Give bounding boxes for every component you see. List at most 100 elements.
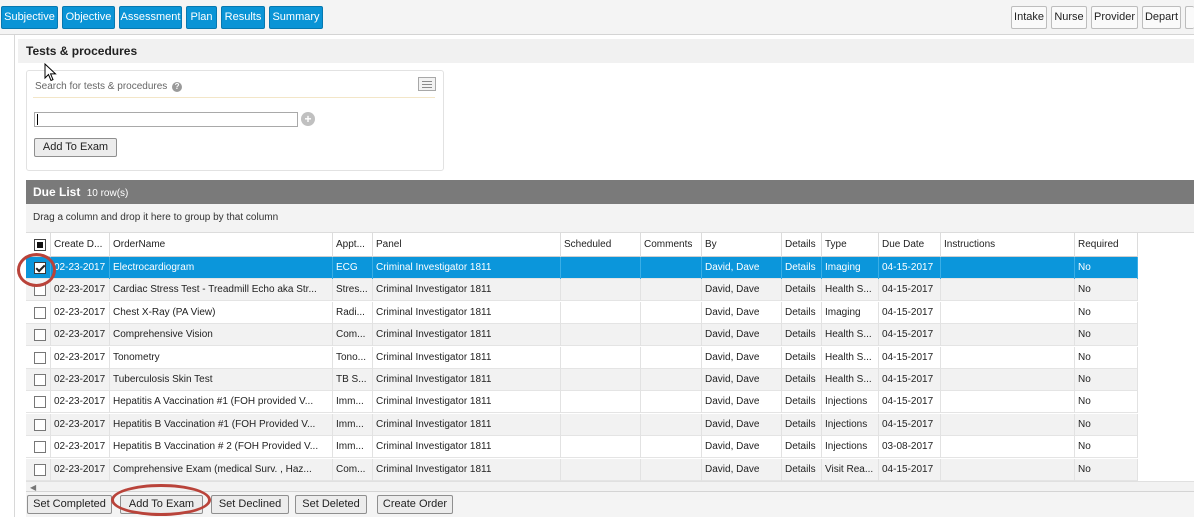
row-checkbox[interactable]: [34, 329, 46, 342]
due-list-grid: Create D... OrderName Appt... Panel Schedule…: [26, 233, 1194, 481]
highlight-circle-checkbox: [17, 253, 56, 287]
cell-details[interactable]: Details: [782, 279, 822, 302]
tab-summary[interactable]: Summary: [269, 6, 323, 29]
tab-plan[interactable]: Plan: [186, 6, 217, 29]
cell-create-date: 02-23-2017: [51, 391, 110, 414]
cell-required: No: [1075, 324, 1138, 347]
cell-order-name: Hepatitis B Vaccination # 2 (FOH Provide…: [110, 436, 333, 459]
cell-instructions: [941, 413, 1075, 436]
cell-instructions: [941, 279, 1075, 302]
cell-type: Injections: [822, 391, 879, 414]
row-checkbox[interactable]: [34, 396, 46, 409]
table-row[interactable]: 02-23-2017 Electrocardiogram ECG Criminal I…: [26, 257, 1138, 279]
role-depart-button[interactable]: Depart: [1142, 6, 1181, 29]
cell-due-date: 04-15-2017: [879, 458, 941, 481]
create-order-button[interactable]: Create Order: [377, 495, 453, 514]
cell-panel: Criminal Investigator 1811: [373, 257, 561, 279]
cell-details[interactable]: Details: [782, 369, 822, 391]
group-drop-area[interactable]: Drag a column and drop it here to group …: [26, 204, 1194, 233]
list-view-icon[interactable]: [418, 77, 436, 91]
column-header-create-date[interactable]: Create D...: [51, 233, 110, 257]
role-nurse-button[interactable]: Nurse: [1051, 6, 1087, 29]
cell-create-date: 02-23-2017: [51, 458, 110, 481]
role-provider-button[interactable]: Provider: [1091, 6, 1138, 29]
cell-scheduled: [561, 301, 641, 324]
cell-scheduled: [561, 436, 641, 459]
cell-by: David, Dave: [702, 257, 782, 279]
left-divider: [14, 35, 15, 517]
set-completed-button[interactable]: Set Completed: [27, 495, 112, 514]
cell-due-date: 04-15-2017: [879, 279, 941, 302]
row-checkbox[interactable]: [34, 463, 46, 476]
tab-subjective[interactable]: Subjective: [1, 6, 58, 29]
cell-details[interactable]: Details: [782, 346, 822, 369]
cell-instructions: [941, 346, 1075, 369]
row-checkbox-cell: [26, 301, 51, 324]
cell-panel: Criminal Investigator 1811: [373, 279, 561, 302]
tab-objective[interactable]: Objective: [62, 6, 115, 29]
row-checkbox[interactable]: [34, 418, 46, 431]
add-to-exam-search-button[interactable]: Add To Exam: [34, 138, 117, 157]
row-checkbox-cell: [26, 413, 51, 436]
cell-scheduled: [561, 458, 641, 481]
table-row[interactable]: 02-23-2017 Hepatitis B Vaccination # 2 (F…: [26, 436, 1138, 459]
cell-create-date: 02-23-2017: [51, 257, 110, 279]
cell-details[interactable]: Details: [782, 257, 822, 279]
cell-details[interactable]: Details: [782, 301, 822, 324]
table-row[interactable]: 02-23-2017 Tuberculosis Skin Test TB S... C…: [26, 369, 1138, 391]
due-list-header: Due List 10 row(s): [26, 180, 1194, 204]
cell-scheduled: [561, 346, 641, 369]
table-row[interactable]: 02-23-2017 Comprehensive Exam (medical Su…: [26, 458, 1138, 481]
cell-details[interactable]: Details: [782, 413, 822, 436]
due-list-title: Due List: [33, 185, 81, 199]
add-icon[interactable]: +: [301, 112, 315, 126]
table-row[interactable]: 02-23-2017 Hepatitis B Vaccination #1 (FO…: [26, 413, 1138, 436]
row-checkbox[interactable]: [34, 306, 46, 319]
select-all-checkbox[interactable]: [34, 239, 46, 251]
table-row[interactable]: 02-23-2017 Comprehensive Vision Com... Crim…: [26, 324, 1138, 347]
table-row[interactable]: 02-23-2017 Cardiac Stress Test - Treadmil…: [26, 279, 1138, 302]
column-header-type[interactable]: Type: [822, 233, 879, 257]
role-overflow-button[interactable]: [1185, 6, 1194, 29]
column-header-order-name[interactable]: OrderName: [110, 233, 333, 257]
column-header-required[interactable]: Required: [1075, 233, 1138, 257]
column-header-due-date[interactable]: Due Date: [879, 233, 941, 257]
column-header-details[interactable]: Details: [782, 233, 822, 257]
column-header-comments[interactable]: Comments: [641, 233, 702, 257]
set-deleted-button[interactable]: Set Deleted: [295, 495, 367, 514]
row-checkbox[interactable]: [34, 351, 46, 364]
help-icon[interactable]: ?: [172, 82, 183, 92]
table-row[interactable]: 02-23-2017 Tonometry Tono... Criminal Inves…: [26, 346, 1138, 369]
set-declined-button[interactable]: Set Declined: [211, 495, 289, 514]
cell-details[interactable]: Details: [782, 458, 822, 481]
table-row[interactable]: 02-23-2017 Hepatitis A Vaccination #1 (FO…: [26, 391, 1138, 414]
cell-details[interactable]: Details: [782, 436, 822, 459]
mouse-cursor-icon: [44, 63, 57, 82]
cell-panel: Criminal Investigator 1811: [373, 301, 561, 324]
cell-details[interactable]: Details: [782, 324, 822, 347]
column-header-appt[interactable]: Appt...: [333, 233, 373, 257]
column-header-instructions[interactable]: Instructions: [941, 233, 1075, 257]
cell-required: No: [1075, 301, 1138, 324]
column-header-panel[interactable]: Panel: [373, 233, 561, 257]
tab-assessment[interactable]: Assessment: [119, 6, 182, 29]
table-row[interactable]: 02-23-2017 Chest X-Ray (PA View) Radi... Cr…: [26, 301, 1138, 324]
column-header-scheduled[interactable]: Scheduled: [561, 233, 641, 257]
row-checkbox[interactable]: [34, 441, 46, 454]
cell-order-name: Hepatitis A Vaccination #1 (FOH provided…: [110, 391, 333, 414]
role-intake-button[interactable]: Intake: [1011, 6, 1047, 29]
cell-required: No: [1075, 436, 1138, 459]
cell-order-name: Cardiac Stress Test - Treadmill Echo aka…: [110, 279, 333, 302]
cell-by: David, Dave: [702, 346, 782, 369]
column-header-row: Create D... OrderName Appt... Panel Schedule…: [26, 233, 1138, 257]
cell-due-date: 04-15-2017: [879, 257, 941, 279]
search-input[interactable]: [34, 112, 298, 127]
cell-appt: Tono...: [333, 346, 373, 369]
cell-details[interactable]: Details: [782, 391, 822, 414]
cell-comments: [641, 369, 702, 391]
cell-due-date: 04-15-2017: [879, 413, 941, 436]
cell-appt: Imm...: [333, 391, 373, 414]
row-checkbox[interactable]: [34, 374, 46, 386]
column-header-by[interactable]: By: [702, 233, 782, 257]
tab-results[interactable]: Results: [221, 6, 265, 29]
